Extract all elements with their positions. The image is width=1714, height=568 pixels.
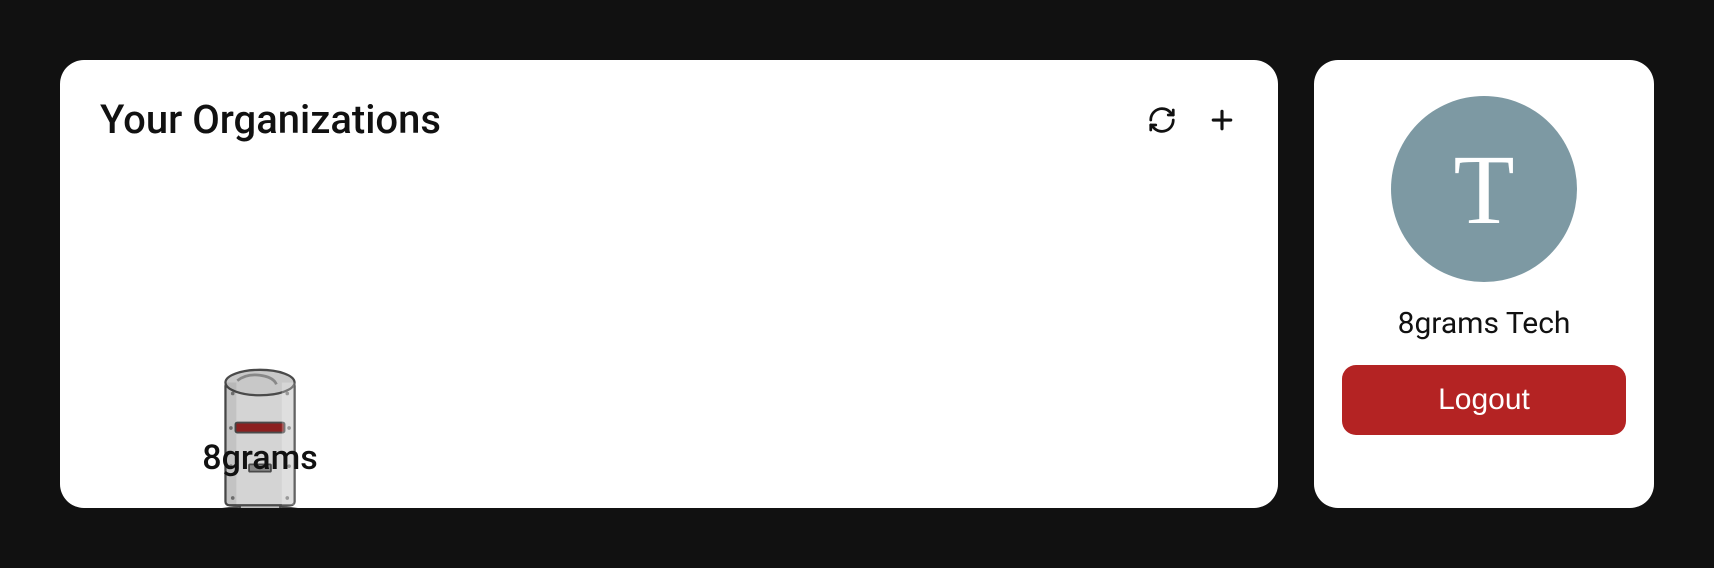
organization-item[interactable]: 8grams: [160, 348, 360, 508]
organizations-title: Your Organizations: [100, 96, 441, 143]
refresh-icon: [1147, 105, 1177, 135]
organization-name: 8grams: [202, 438, 317, 478]
avatar-letter: T: [1453, 132, 1514, 247]
user-card: T 8grams Tech Logout: [1314, 60, 1654, 508]
organizations-card: Your Organizations: [60, 60, 1278, 508]
avatar[interactable]: T: [1391, 96, 1577, 282]
add-button[interactable]: [1206, 104, 1238, 136]
organizations-header: Your Organizations: [100, 96, 1238, 143]
refresh-button[interactable]: [1146, 104, 1178, 136]
organization-logo: [160, 348, 360, 508]
logout-button[interactable]: Logout: [1342, 365, 1626, 435]
plus-icon: [1207, 105, 1237, 135]
robot-icon: [160, 348, 360, 508]
user-name: 8grams Tech: [1398, 306, 1571, 341]
organizations-actions: [1146, 104, 1238, 136]
